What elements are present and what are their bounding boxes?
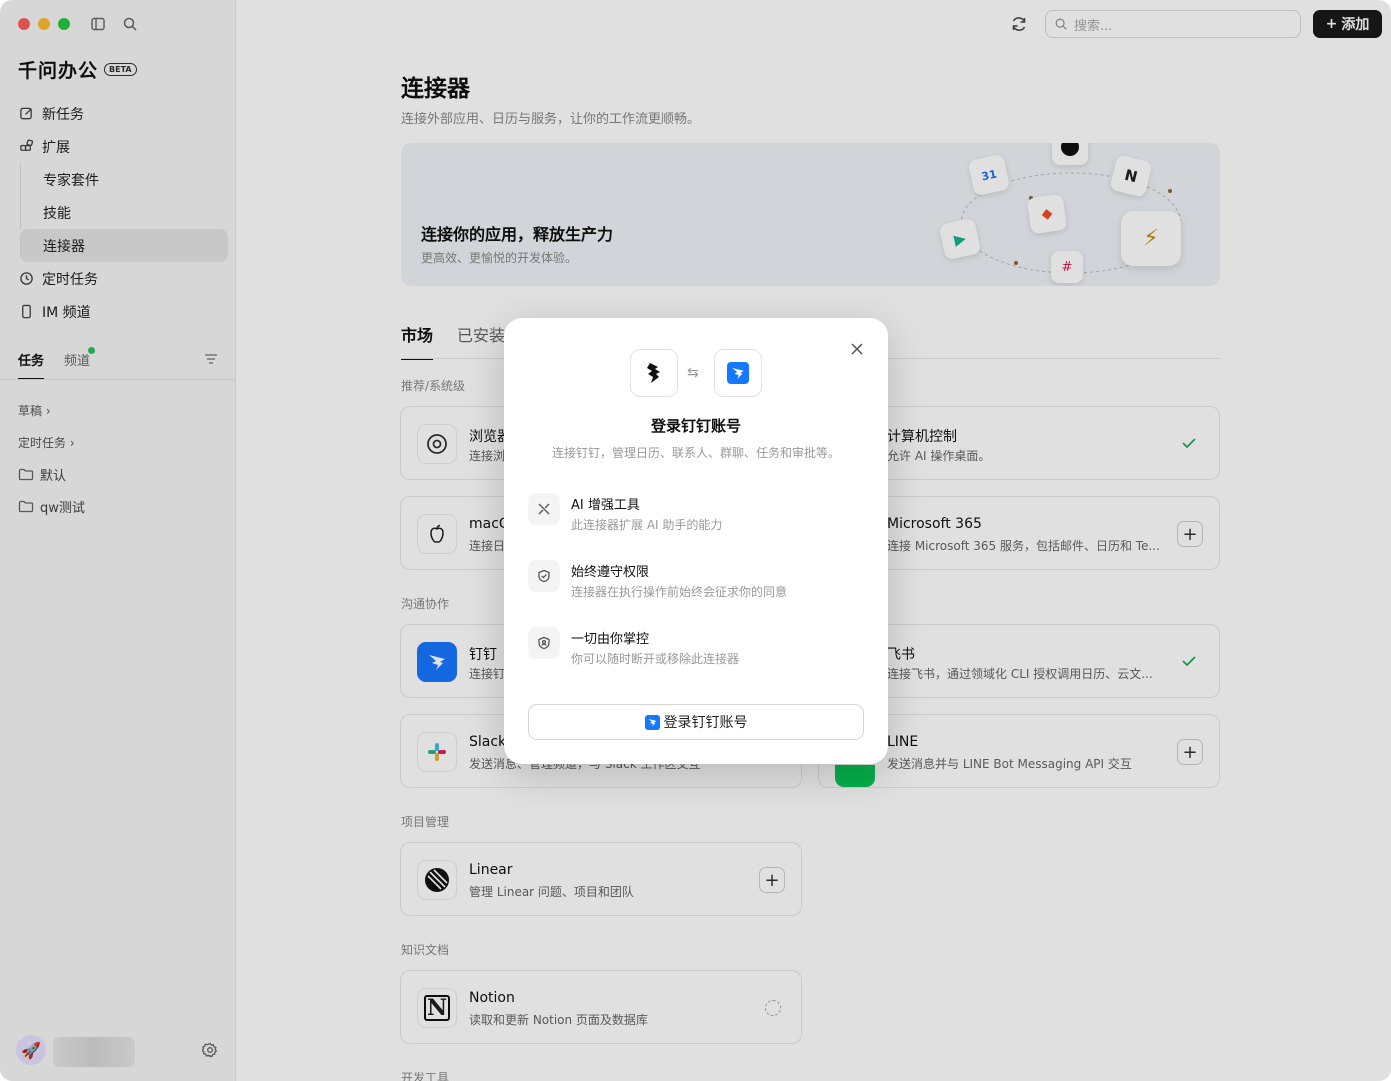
shield-user-icon bbox=[528, 627, 560, 659]
swap-arrows-icon: ⇆ bbox=[687, 365, 699, 381]
dialog-title: 登录钉钉账号 bbox=[650, 417, 741, 435]
tools-icon bbox=[528, 493, 560, 525]
feature-desc: 此连接器扩展 AI 助手的能力 bbox=[571, 518, 723, 532]
dingtalk-icon bbox=[714, 349, 762, 397]
feature-desc: 连接器在执行操作前始终会征求你的同意 bbox=[571, 585, 788, 599]
feature-title: 一切由你掌控 bbox=[571, 632, 650, 647]
feature-title: AI 增强工具 bbox=[571, 498, 640, 513]
login-button-label: 登录钉钉账号 bbox=[663, 715, 748, 731]
feature-permissions: 始终遵守权限 连接器在执行操作前始终会征求你的同意 bbox=[528, 560, 868, 608]
feature-title: 始终遵守权限 bbox=[571, 565, 650, 580]
connect-dingtalk-dialog: ⇆ 登录钉钉账号 连接钉钉，管理日历、联系人、群聊、任务和审批等。 AI 增强工… bbox=[504, 318, 888, 764]
app-window: 千问办公 BETA 新任务 扩展 专家套件 技能 连接器 定时任务 IM 频道 bbox=[0, 0, 1391, 1081]
close-icon[interactable] bbox=[848, 340, 866, 358]
dingtalk-icon bbox=[644, 714, 660, 730]
feature-ai-tools: AI 增强工具 此连接器扩展 AI 助手的能力 bbox=[528, 493, 868, 541]
shield-check-icon bbox=[528, 560, 560, 592]
dialog-subtitle: 连接钉钉，管理日历、联系人、群聊、任务和审批等。 bbox=[551, 446, 840, 460]
login-dingtalk-button[interactable]: 登录钉钉账号 bbox=[528, 704, 864, 740]
feature-desc: 你可以随时断开或移除此连接器 bbox=[571, 652, 740, 666]
app-logo-icon bbox=[630, 349, 678, 397]
feature-control: 一切由你掌控 你可以随时断开或移除此连接器 bbox=[528, 627, 868, 675]
